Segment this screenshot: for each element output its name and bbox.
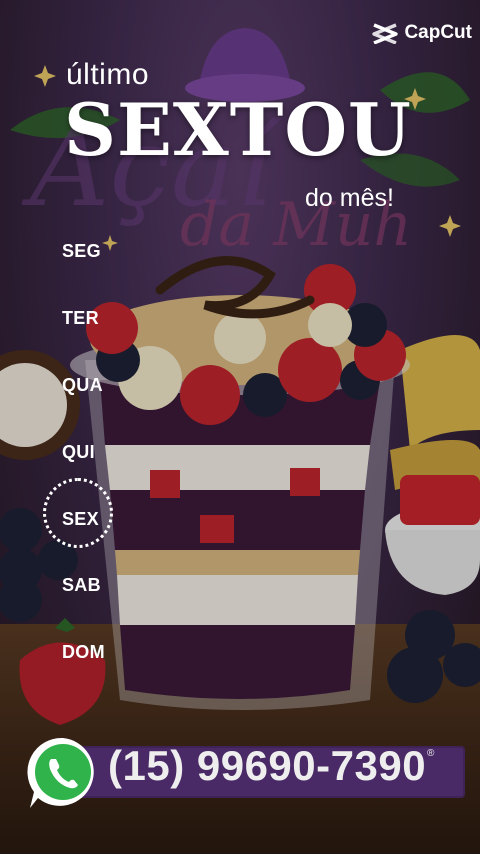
day-seg: SEG — [62, 241, 101, 261]
day-ter: TER — [62, 308, 99, 328]
day-sab: SAB — [62, 575, 101, 595]
capcut-watermark: CapCut — [372, 20, 472, 46]
headline-main: SEXTOU — [64, 87, 412, 172]
headline-bottom: do mês! — [305, 184, 394, 212]
day-qua: QUA — [62, 375, 103, 395]
phone-number[interactable]: (15) 99690-7390 — [108, 742, 426, 790]
day-sex: SEX — [62, 509, 99, 529]
day-dom: DOM — [62, 642, 105, 662]
whatsapp-icon — [27, 737, 94, 808]
registered-mark: ® — [427, 748, 435, 759]
day-qui: QUI — [62, 442, 95, 462]
capcut-logo-icon — [372, 23, 399, 44]
capcut-label: CapCut — [404, 22, 472, 43]
